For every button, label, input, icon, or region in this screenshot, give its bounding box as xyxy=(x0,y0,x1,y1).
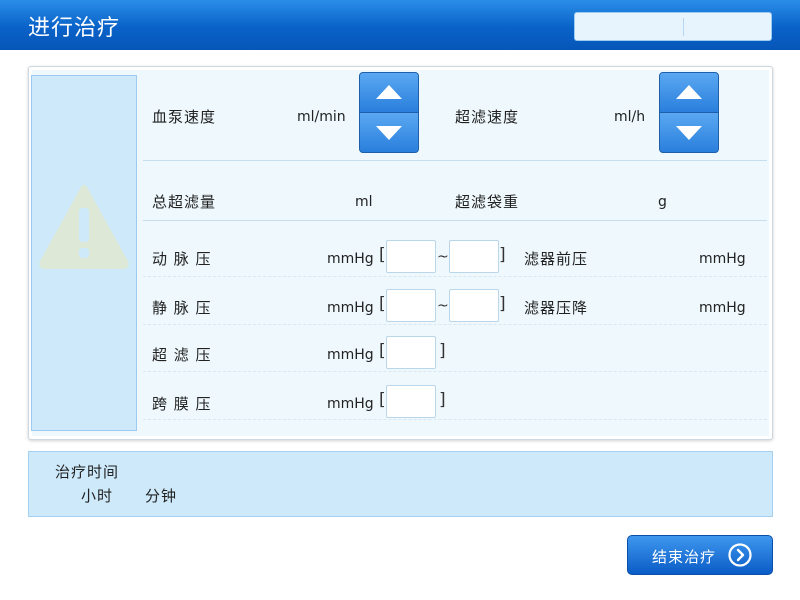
warning-icon xyxy=(39,185,129,269)
row-divider xyxy=(143,324,767,325)
minutes-label: 分钟 xyxy=(145,487,178,505)
treatment-time-panel: 治疗时间 小时 分钟 xyxy=(28,451,773,517)
tmp-label: 跨 膜 压 xyxy=(152,395,212,413)
range-open-bracket: [ xyxy=(379,390,386,410)
arrow-down-icon xyxy=(676,126,702,140)
end-treatment-button[interactable]: 结束治疗 xyxy=(627,535,773,575)
filter-pre-pressure-label: 滤器前压 xyxy=(524,250,589,268)
arterial-pressure-unit: mmHg xyxy=(327,251,374,267)
title-bar: 进行治疗 xyxy=(0,0,800,50)
range-close-bracket: ] xyxy=(499,245,506,265)
total-uf-label: 总超滤量 xyxy=(152,193,217,211)
header-status-divider xyxy=(683,18,684,36)
arterial-pressure-max-input[interactable] xyxy=(449,240,499,273)
range-close-bracket: ] xyxy=(439,341,446,361)
arrow-up-icon xyxy=(376,85,402,99)
venous-pressure-max-input[interactable] xyxy=(449,289,499,322)
blood-pump-speed-unit: ml/min xyxy=(297,109,346,125)
range-separator: ~ xyxy=(437,249,449,265)
hours-label: 小时 xyxy=(81,487,114,505)
total-uf-unit: ml xyxy=(355,194,373,210)
tmp-unit: mmHg xyxy=(327,396,374,412)
arrow-down-icon xyxy=(376,126,402,140)
uf-speed-stepper[interactable] xyxy=(659,72,719,153)
range-open-bracket: [ xyxy=(379,245,386,265)
blood-pump-speed-up-button[interactable] xyxy=(360,73,418,112)
range-close-bracket: ] xyxy=(499,294,506,314)
uf-pressure-input[interactable] xyxy=(386,336,436,369)
treatment-time-title: 治疗时间 xyxy=(55,463,120,481)
arrow-up-icon xyxy=(676,85,702,99)
tmp-input[interactable] xyxy=(386,385,436,418)
alert-panel xyxy=(31,75,137,431)
row-divider xyxy=(143,220,767,221)
row-divider xyxy=(143,276,767,277)
header-status-box xyxy=(574,12,772,41)
filter-pressure-drop-unit: mmHg xyxy=(699,300,746,316)
uf-speed-unit: ml/h xyxy=(614,109,646,125)
filter-pre-pressure-unit: mmHg xyxy=(699,251,746,267)
blood-pump-speed-stepper[interactable] xyxy=(359,72,419,153)
page-title: 进行治疗 xyxy=(28,16,121,41)
row-divider xyxy=(143,371,767,372)
filter-pressure-drop-label: 滤器压降 xyxy=(524,299,589,317)
end-treatment-label: 结束治疗 xyxy=(652,548,717,566)
range-close-bracket: ] xyxy=(439,390,446,410)
range-open-bracket: [ xyxy=(379,294,386,314)
uf-speed-label: 超滤速度 xyxy=(455,108,520,126)
venous-pressure-unit: mmHg xyxy=(327,300,374,316)
venous-pressure-min-input[interactable] xyxy=(386,289,436,322)
uf-pressure-unit: mmHg xyxy=(327,347,374,363)
uf-speed-up-button[interactable] xyxy=(660,73,718,112)
uf-bag-weight-unit: g xyxy=(658,194,667,210)
uf-speed-down-button[interactable] xyxy=(660,113,718,152)
blood-pump-speed-label: 血泵速度 xyxy=(152,108,217,126)
range-separator: ~ xyxy=(437,298,449,314)
range-open-bracket: [ xyxy=(379,341,386,361)
row-divider xyxy=(143,160,767,161)
venous-pressure-label: 静 脉 压 xyxy=(152,299,212,317)
chevron-right-circle-icon xyxy=(728,543,752,567)
uf-pressure-label: 超 滤 压 xyxy=(152,346,212,364)
uf-bag-weight-label: 超滤袋重 xyxy=(455,193,520,211)
arterial-pressure-min-input[interactable] xyxy=(386,240,436,273)
row-divider xyxy=(143,419,767,420)
arterial-pressure-label: 动 脉 压 xyxy=(152,250,212,268)
blood-pump-speed-down-button[interactable] xyxy=(360,113,418,152)
